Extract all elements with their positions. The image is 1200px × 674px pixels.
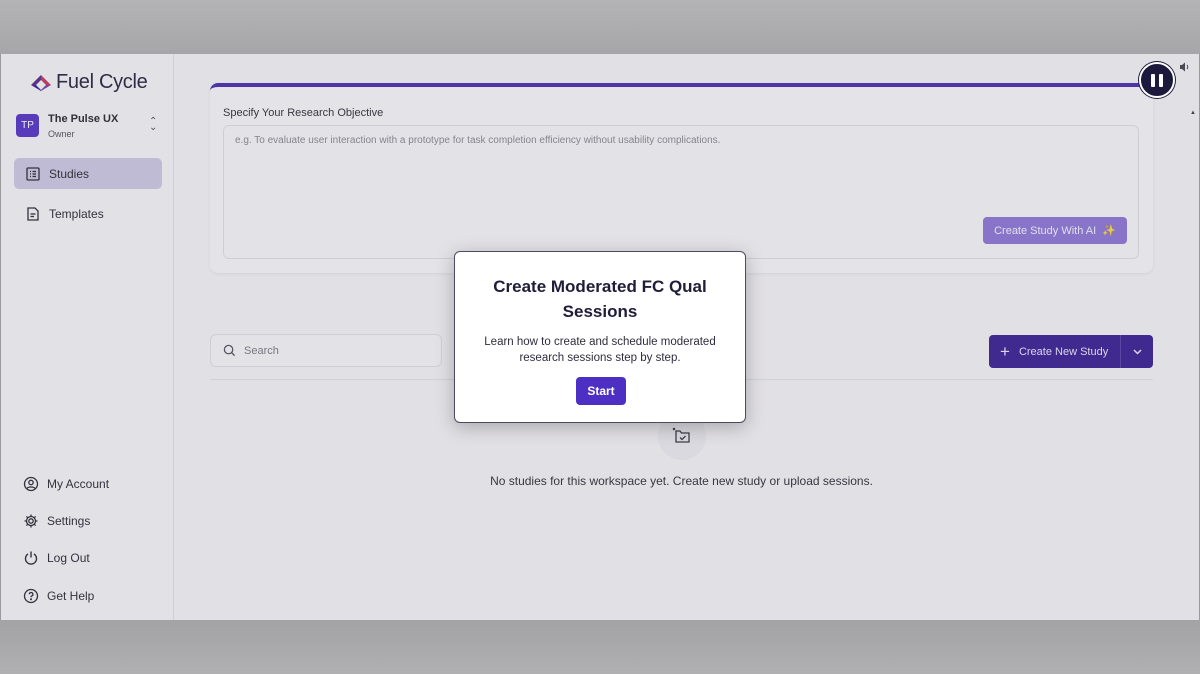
speaker-icon[interactable] — [1179, 62, 1190, 72]
scroll-up-arrow[interactable]: ▲ — [1190, 110, 1196, 116]
modal-title: Create Moderated FC Qual Sessions — [493, 277, 707, 321]
modal-description: Learn how to create and schedule moderat… — [484, 336, 716, 364]
pause-button[interactable] — [1139, 62, 1175, 98]
pause-icon-bar-right — [1159, 73, 1163, 87]
blurred-top-background — [0, 0, 1200, 54]
blurred-bottom-background — [0, 620, 1200, 674]
pause-icon-bar-left — [1151, 73, 1155, 87]
start-button[interactable]: Start — [576, 377, 626, 405]
tutorial-modal: Create Moderated FC Qual Sessions Learn … — [454, 251, 746, 423]
